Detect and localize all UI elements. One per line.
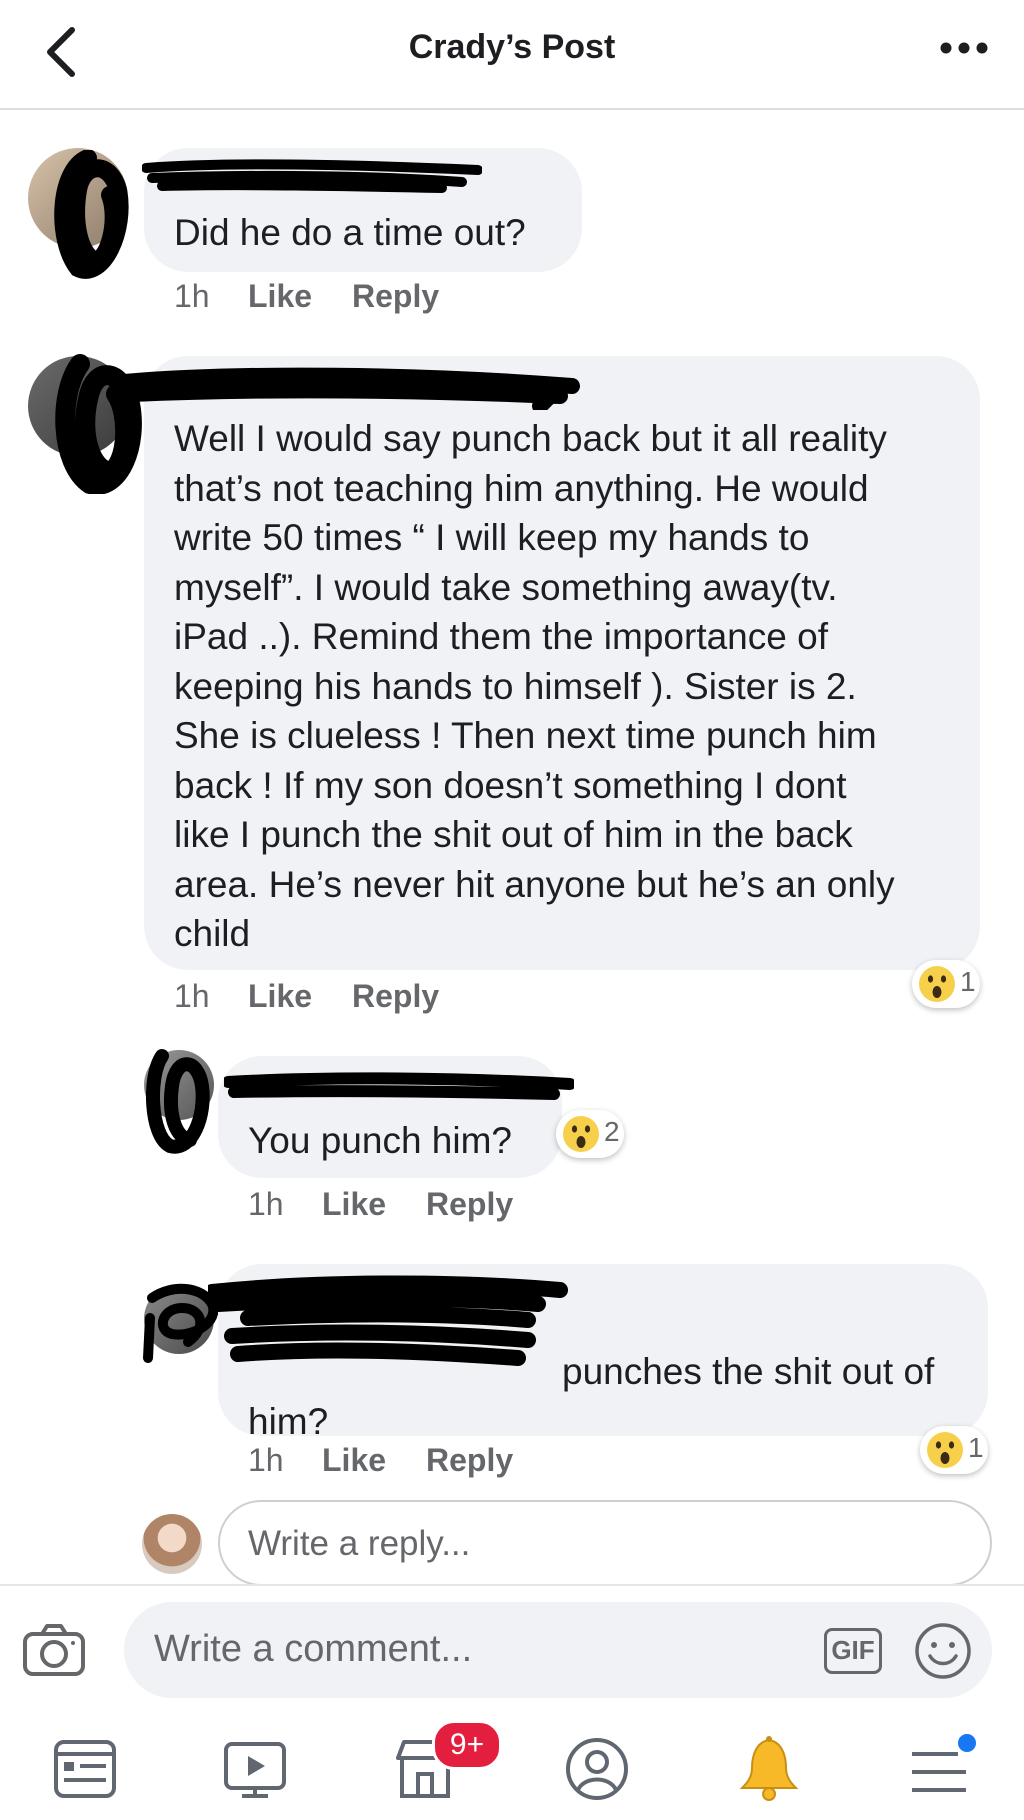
comment-line: that’s not teaching him anything. He wou… — [174, 467, 869, 509]
reply-time: 1h — [248, 1442, 284, 1478]
news-feed-icon[interactable] — [50, 1734, 120, 1804]
gif-label: GIF — [831, 1635, 875, 1665]
reply-input[interactable]: Write a reply... — [218, 1500, 992, 1586]
comment-bubble[interactable]: Did he do a time out? — [142, 148, 582, 272]
wow-emoji-icon — [919, 966, 955, 1002]
reply-bubble[interactable]: You punch him? — [218, 1056, 574, 1178]
comment-time: 1h — [174, 978, 210, 1014]
like-button[interactable]: Like — [248, 978, 312, 1015]
redaction-scribble — [146, 1049, 210, 1154]
comment-line: child — [174, 913, 251, 954]
redacted-name — [120, 367, 580, 410]
reply-line: him? — [248, 1400, 329, 1442]
notifications-bell-icon[interactable] — [734, 1734, 804, 1804]
more-dots-icon[interactable] — [934, 26, 994, 70]
comment-line: myself”. I would take something away(tv. — [174, 566, 838, 608]
emoji-smile-icon[interactable] — [914, 1622, 972, 1680]
reply-button[interactable]: Reply — [352, 978, 439, 1015]
comment-text: Did he do a time out? — [174, 212, 526, 253]
reaction-count: 1 — [968, 1432, 984, 1463]
gif-icon[interactable]: GIF — [824, 1628, 882, 1674]
reply-text: punches the shit out of him? — [248, 1347, 988, 1446]
reaction-count: 1 — [960, 966, 976, 997]
comment-meta: 1h Like Reply — [174, 978, 574, 1018]
comment-line: like I punch the shit out of him in the … — [174, 814, 853, 855]
wow-emoji-icon — [563, 1116, 599, 1152]
reply-meta: 1h Like Reply — [248, 1186, 648, 1226]
reaction-count: 2 — [604, 1116, 620, 1147]
comment-placeholder: Write a comment... — [154, 1628, 473, 1670]
comment-bubble[interactable]: Well I would say punch back but it all r… — [120, 356, 980, 970]
camera-icon[interactable] — [22, 1622, 86, 1678]
comment-line: She is clueless ! Then next time punch h… — [174, 715, 877, 756]
reply-time: 1h — [248, 1186, 284, 1222]
marketplace-badge: 9+ — [432, 1720, 502, 1770]
page-title: Crady’s Post — [408, 28, 616, 66]
like-button[interactable]: Like — [322, 1442, 386, 1479]
comment-text: Well I would say punch back but it all r… — [174, 414, 974, 959]
reply-line: punches the shit out of — [562, 1351, 935, 1392]
comment-time: 1h — [174, 278, 210, 314]
wow-emoji-icon — [927, 1432, 963, 1468]
comment-line: back ! If my son doesn’t something I don… — [174, 764, 847, 806]
current-user-avatar — [142, 1514, 202, 1574]
menu-notification-dot — [956, 1732, 978, 1754]
comment-meta: 1h Like Reply — [174, 278, 574, 318]
profile-icon[interactable] — [562, 1734, 632, 1804]
reply-text: You punch him? — [248, 1120, 513, 1161]
like-button[interactable]: Like — [248, 278, 312, 315]
reaction-summary[interactable]: 2 — [556, 1110, 624, 1158]
reply-bubble[interactable]: punches the shit out of him? — [208, 1264, 988, 1442]
bottom-tab-bar — [0, 1712, 1024, 1820]
reaction-summary[interactable]: 1 — [912, 960, 980, 1008]
comment-input[interactable]: Write a comment... GIF — [124, 1602, 992, 1698]
reply-meta: 1h Like Reply — [248, 1442, 648, 1482]
redacted-name — [142, 159, 482, 193]
post-header: Crady’s Post — [0, 0, 1024, 110]
like-button[interactable]: Like — [322, 1186, 386, 1223]
reply-button[interactable]: Reply — [352, 278, 439, 315]
reply-placeholder: Write a reply... — [248, 1524, 471, 1563]
reaction-summary[interactable]: 1 — [920, 1426, 988, 1474]
comment-line: iPad ..). Remind them the importance of — [174, 616, 828, 657]
reply-button[interactable]: Reply — [426, 1186, 513, 1223]
reply-button[interactable]: Reply — [426, 1442, 513, 1479]
redacted-name — [224, 1072, 574, 1100]
comment-line: area. He’s never hit anyone but he’s an … — [174, 863, 895, 905]
redaction-scribble — [54, 150, 129, 279]
comment-composer: Write a comment... GIF — [0, 1584, 1024, 1714]
watch-video-icon[interactable] — [220, 1734, 290, 1804]
comment-line: write 50 times “ I will keep my hands to — [174, 517, 810, 558]
comment-line: keeping his hands to himself ). Sister i… — [174, 665, 857, 707]
comment-line: Well I would say punch back but it all r… — [174, 418, 887, 459]
